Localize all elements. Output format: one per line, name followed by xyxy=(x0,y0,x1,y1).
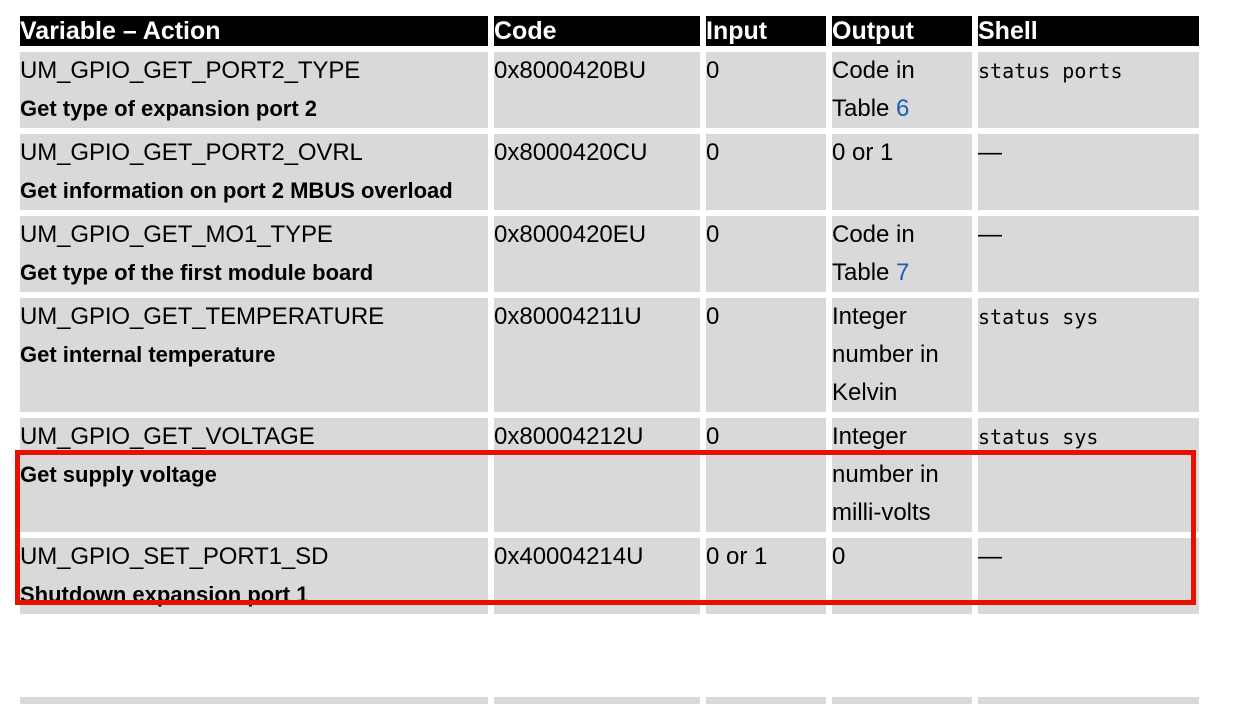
code-value: 0x40004214U xyxy=(494,543,644,570)
table-reference-link[interactable]: 7 xyxy=(896,259,909,286)
input-value: 0 xyxy=(706,303,720,330)
cell-output: Integer number in milli-volts xyxy=(832,418,972,532)
cell-shell: status ports xyxy=(978,52,1199,128)
code-value: 0x80004212U xyxy=(494,423,644,450)
cell-shell: — xyxy=(978,216,1199,292)
column-header-output: Output xyxy=(832,16,972,46)
shell-command: status ports xyxy=(978,59,1123,83)
table-header-row: Variable – Action Code Input Output Shel… xyxy=(20,16,1199,46)
input-value: 0 xyxy=(706,423,720,450)
variable-description: Get type of expansion port 2 xyxy=(20,96,318,121)
input-value: 0 or 1 xyxy=(706,543,768,570)
variable-description: Get information on port 2 MBUS overload xyxy=(20,178,453,203)
table-row: UM_GPIO_GET_TEMPERATURE Get internal temp… xyxy=(20,298,1199,412)
input-value: 0 xyxy=(706,139,720,166)
table-body: UM_GPIO_GET_PORT2_TYPE Get type of expans… xyxy=(20,52,1199,614)
cell-code: 0x8000420EU xyxy=(494,216,700,292)
column-header-variable-action: Variable – Action xyxy=(20,16,488,46)
code-value: 0x8000420BU xyxy=(494,57,647,84)
output-value: Integer number in milli-volts xyxy=(832,423,939,526)
partial-next-row xyxy=(20,697,1199,704)
cell-output: Integer number in Kelvin xyxy=(832,298,972,412)
cell-code: 0x80004212U xyxy=(494,418,700,532)
shell-command: status sys xyxy=(978,425,1099,449)
table-row: UM_GPIO_GET_MO1_TYPE Get type of the firs… xyxy=(20,216,1199,292)
spec-table-container: Variable – Action Code Input Output Shel… xyxy=(20,16,1199,614)
code-value: 0x8000420CU xyxy=(494,139,648,166)
input-value: 0 xyxy=(706,57,720,84)
cell-input: 0 xyxy=(706,134,826,210)
column-header-input: Input xyxy=(706,16,826,46)
shell-none-dash: — xyxy=(978,221,1002,248)
cell-code: 0x8000420CU xyxy=(494,134,700,210)
table-row: UM_GPIO_GET_VOLTAGE Get supply voltage 0x8… xyxy=(20,418,1199,532)
cell-input: 0 xyxy=(706,418,826,532)
code-value: 0x80004211U xyxy=(494,303,642,330)
cell-input: 0 xyxy=(706,216,826,292)
table-row: UM_GPIO_GET_PORT2_OVRL Get information on… xyxy=(20,134,1199,210)
variable-name: UM_GPIO_GET_TEMPERATURE xyxy=(20,303,384,330)
cell-input: 0 or 1 xyxy=(706,538,826,614)
cell-shell: — xyxy=(978,134,1199,210)
cell-output: Code in Table 7 xyxy=(832,216,972,292)
cell-shell: status sys xyxy=(978,298,1199,412)
cell-input: 0 xyxy=(706,52,826,128)
table-reference-link[interactable]: 6 xyxy=(896,95,909,122)
gpio-variable-table: Variable – Action Code Input Output Shel… xyxy=(14,10,1205,620)
variable-description: Get internal temperature xyxy=(20,342,276,367)
cell-variable-action: UM_GPIO_GET_PORT2_TYPE Get type of expans… xyxy=(20,52,488,128)
table-row: UM_GPIO_SET_PORT1_SD Shutdown expansion p… xyxy=(20,538,1199,614)
variable-description: Shutdown expansion port 1 xyxy=(20,582,309,607)
variable-name: UM_GPIO_GET_MO1_TYPE xyxy=(20,221,333,248)
input-value: 0 xyxy=(706,221,720,248)
column-header-code: Code xyxy=(494,16,700,46)
column-header-shell: Shell xyxy=(978,16,1199,46)
table-header: Variable – Action Code Input Output Shel… xyxy=(20,16,1199,46)
variable-description: Get type of the first module board xyxy=(20,260,374,285)
table-row: UM_GPIO_GET_PORT2_TYPE Get type of expans… xyxy=(20,52,1199,128)
shell-none-dash: — xyxy=(978,139,1002,166)
cell-output: 0 or 1 xyxy=(832,134,972,210)
cell-output: Code in Table 6 xyxy=(832,52,972,128)
cell-code: 0x40004214U xyxy=(494,538,700,614)
variable-name: UM_GPIO_GET_PORT2_OVRL xyxy=(20,139,363,166)
cell-variable-action: UM_GPIO_GET_PORT2_OVRL Get information on… xyxy=(20,134,488,210)
output-value: Integer number in Kelvin xyxy=(832,303,939,406)
output-value: 0 xyxy=(832,543,846,570)
cell-variable-action: UM_GPIO_GET_MO1_TYPE Get type of the firs… xyxy=(20,216,488,292)
output-value: 0 or 1 xyxy=(832,139,894,166)
cell-shell: status sys xyxy=(978,418,1199,532)
variable-name: UM_GPIO_GET_PORT2_TYPE xyxy=(20,57,361,84)
shell-command: status sys xyxy=(978,305,1099,329)
shell-none-dash: — xyxy=(978,543,1002,570)
cell-shell: — xyxy=(978,538,1199,614)
cell-output: 0 xyxy=(832,538,972,614)
variable-name: UM_GPIO_SET_PORT1_SD xyxy=(20,543,329,570)
variable-description: Get supply voltage xyxy=(20,462,217,487)
cell-code: 0x8000420BU xyxy=(494,52,700,128)
cell-variable-action: UM_GPIO_GET_TEMPERATURE Get internal temp… xyxy=(20,298,488,412)
variable-name: UM_GPIO_GET_VOLTAGE xyxy=(20,423,315,450)
cell-variable-action: UM_GPIO_SET_PORT1_SD Shutdown expansion p… xyxy=(20,538,488,614)
cell-input: 0 xyxy=(706,298,826,412)
cell-variable-action: UM_GPIO_GET_VOLTAGE Get supply voltage xyxy=(20,418,488,532)
cell-code: 0x80004211U xyxy=(494,298,700,412)
code-value: 0x8000420EU xyxy=(494,221,647,248)
